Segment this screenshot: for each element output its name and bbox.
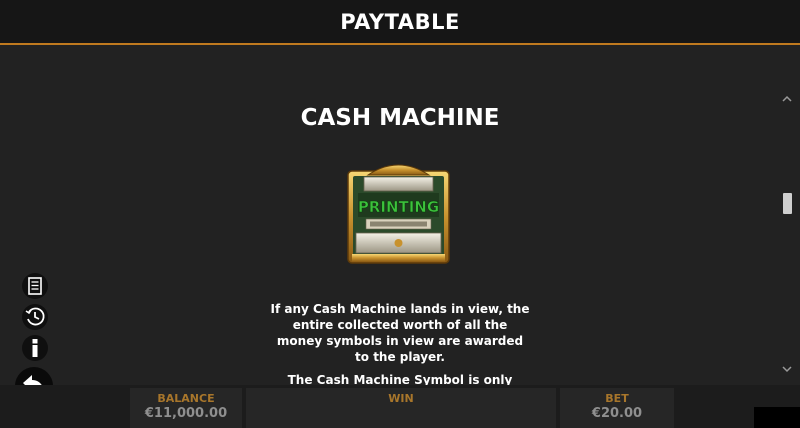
paytable-content[interactable]: CASH MACHINE PRINTING If any Cash Machin… <box>0 47 780 385</box>
scroll-down-icon[interactable] <box>781 364 793 374</box>
win-label: WIN <box>388 392 414 405</box>
history-icon[interactable] <box>21 303 49 331</box>
page-title: PAYTABLE <box>340 10 460 34</box>
win-panel: WIN <box>246 388 556 428</box>
bet-label: BET <box>605 392 629 405</box>
header-bar: PAYTABLE <box>0 0 800 45</box>
bet-panel: BET €20.00 <box>560 388 674 428</box>
corner-panel <box>754 407 800 428</box>
info-icon[interactable] <box>21 334 49 362</box>
balance-value: €11,000.00 <box>144 406 228 421</box>
paytable-icon[interactable] <box>21 272 49 300</box>
section-title: CASH MACHINE <box>300 105 500 131</box>
cash-machine-symbol: PRINTING <box>347 164 450 264</box>
balance-panel: BALANCE €11,000.00 <box>130 388 242 428</box>
bet-value: €20.00 <box>591 406 643 421</box>
scroll-up-icon[interactable] <box>781 94 793 104</box>
symbol-label: PRINTING <box>358 198 439 216</box>
balance-label: BALANCE <box>157 392 215 405</box>
continued-description: The Cash Machine Symbol is only <box>287 373 513 385</box>
symbol-description: If any Cash Machine lands in view, the e… <box>270 302 530 364</box>
scrollbar-thumb[interactable] <box>783 193 792 214</box>
